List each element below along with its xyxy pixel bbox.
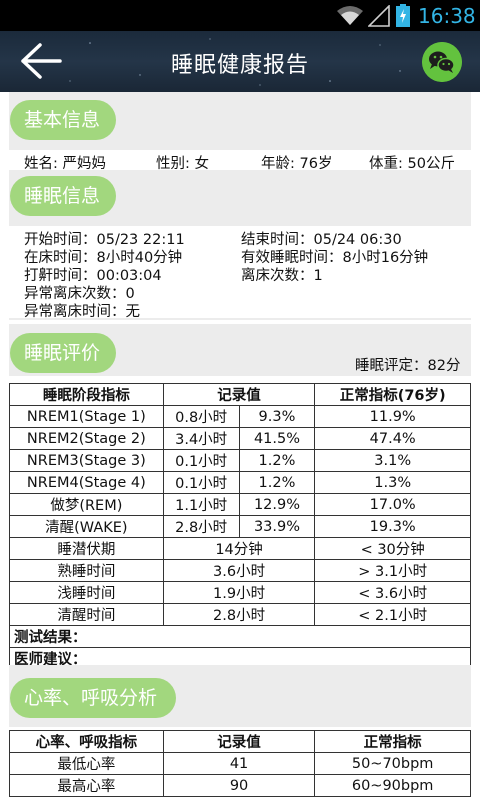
table-cell: 0.8小时 — [162, 405, 240, 428]
table-header-row: 心率、呼吸指标 记录值 正常指标 — [9, 730, 471, 753]
table-cell: 3.4小时 — [162, 427, 240, 450]
heart-breath-heading: 心率、呼吸分析 — [10, 678, 176, 718]
page-title: 睡眠健康报告 — [170, 53, 309, 78]
test-result-row: 测试结果： — [9, 625, 471, 648]
table-cell: 0.1小时 — [162, 449, 240, 472]
table-row: NREM4(Stage 4) 0.1小时 1.2% 1.3% — [9, 471, 471, 494]
table-row: 最低心率 41 50~70bpm — [9, 752, 471, 775]
table-cell: 1.3% — [314, 471, 471, 494]
table-cell: NREM2(Stage 2) — [9, 427, 164, 450]
battery-charging-icon — [396, 4, 410, 27]
table-row: NREM1(Stage 1) 0.8小时 9.3% 11.9% — [9, 405, 471, 428]
table-header-row: 睡眠阶段指标 记录值 正常指标(76岁) — [9, 383, 471, 406]
table-cell: 清醒时间 — [9, 603, 164, 626]
table-cell: 1.2% — [238, 471, 316, 494]
table-cell: 3.6小时 — [162, 559, 316, 582]
table-cell: NREM4(Stage 4) — [9, 471, 164, 494]
table-row: 睡潜伏期 14分钟 < 30分钟 — [9, 537, 471, 560]
table-cell: 1.1小时 — [162, 493, 240, 516]
table-cell: 12.9% — [238, 493, 316, 516]
table-cell: 熟睡时间 — [9, 559, 164, 582]
report-content[interactable]: 基本信息 姓名: 严妈妈 性别: 女 年龄: 76岁 体重: 50公斤 睡眠信息… — [0, 92, 480, 800]
table-cell: 50~70bpm — [314, 752, 471, 775]
abnormal-out-of-bed-time: 异常离床时间：无 — [24, 304, 140, 320]
table-header: 正常指标(76岁) — [314, 383, 471, 406]
table-row: 清醒时间 2.8小时 < 2.1小时 — [9, 603, 471, 626]
table-cell: 3.1% — [314, 449, 471, 472]
table-header: 睡眠阶段指标 — [9, 383, 164, 406]
sleep-evaluation-heading: 睡眠评价 — [10, 333, 116, 373]
heart-breath-table: 心率、呼吸指标 记录值 正常指标 最低心率 41 50~70bpm 最高心率 9… — [9, 730, 471, 797]
basic-info-heading: 基本信息 — [10, 100, 116, 140]
table-row: 浅睡时间 1.9小时 < 3.6小时 — [9, 581, 471, 604]
table-cell: 19.3% — [314, 515, 471, 538]
table-row: 熟睡时间 3.6小时 > 3.1小时 — [9, 559, 471, 582]
table-cell: NREM1(Stage 1) — [9, 405, 164, 428]
table-cell: 0.1小时 — [162, 471, 240, 494]
table-cell: 33.9% — [238, 515, 316, 538]
table-row: 最高心率 90 60~90bpm — [9, 774, 471, 797]
wifi-icon — [337, 6, 363, 25]
table-cell: < 30分钟 — [314, 537, 471, 560]
table-cell: > 3.1小时 — [314, 559, 471, 582]
table-header: 记录值 — [162, 730, 316, 753]
table-cell: 11.9% — [314, 405, 471, 428]
table-cell: NREM3(Stage 3) — [9, 449, 164, 472]
table-cell: 60~90bpm — [314, 774, 471, 797]
table-header: 正常指标 — [314, 730, 471, 753]
table-header: 心率、呼吸指标 — [9, 730, 164, 753]
table-row: NREM2(Stage 2) 3.4小时 41.5% 47.4% — [9, 427, 471, 450]
sleep-info-heading: 睡眠信息 — [10, 176, 116, 216]
table-cell: 14分钟 — [162, 537, 316, 560]
test-result-label: 测试结果： — [9, 625, 471, 648]
table-cell: 最高心率 — [9, 774, 164, 797]
table-cell: 41.5% — [238, 427, 316, 450]
table-cell: < 3.6小时 — [314, 581, 471, 604]
table-cell: 9.3% — [238, 405, 316, 428]
out-of-bed-count: 离床次数：1 — [241, 268, 323, 284]
table-row: 做梦(REM) 1.1小时 12.9% 17.0% — [9, 493, 471, 516]
table-row: 清醒(WAKE) 2.8小时 33.9% 19.3% — [9, 515, 471, 538]
table-header: 记录值 — [162, 383, 316, 406]
table-cell: 做梦(REM) — [9, 493, 164, 516]
app-header: 睡眠健康报告 — [0, 31, 480, 92]
table-cell: 最低心率 — [9, 752, 164, 775]
table-cell: 浅睡时间 — [9, 581, 164, 604]
table-cell: 41 — [162, 752, 316, 775]
table-cell: 17.0% — [314, 493, 471, 516]
status-bar: 16:38 — [0, 0, 480, 31]
table-cell: 2.8小时 — [162, 603, 316, 626]
table-cell: 47.4% — [314, 427, 471, 450]
sleep-stage-table: 睡眠阶段指标 记录值 正常指标(76岁) NREM1(Stage 1) 0.8小… — [9, 383, 471, 670]
table-cell: 90 — [162, 774, 316, 797]
table-cell: 2.8小时 — [162, 515, 240, 538]
table-row: NREM3(Stage 3) 0.1小时 1.2% 3.1% — [9, 449, 471, 472]
table-cell: < 2.1小时 — [314, 603, 471, 626]
table-cell: 清醒(WAKE) — [9, 515, 164, 538]
table-cell: 睡潜伏期 — [9, 537, 164, 560]
table-cell: 1.2% — [238, 449, 316, 472]
signal-icon — [368, 5, 390, 27]
wechat-icon[interactable] — [422, 42, 462, 82]
sleep-score: 睡眠评定：82分 — [355, 358, 461, 374]
status-time: 16:38 — [418, 4, 476, 28]
table-cell: 1.9小时 — [162, 581, 316, 604]
